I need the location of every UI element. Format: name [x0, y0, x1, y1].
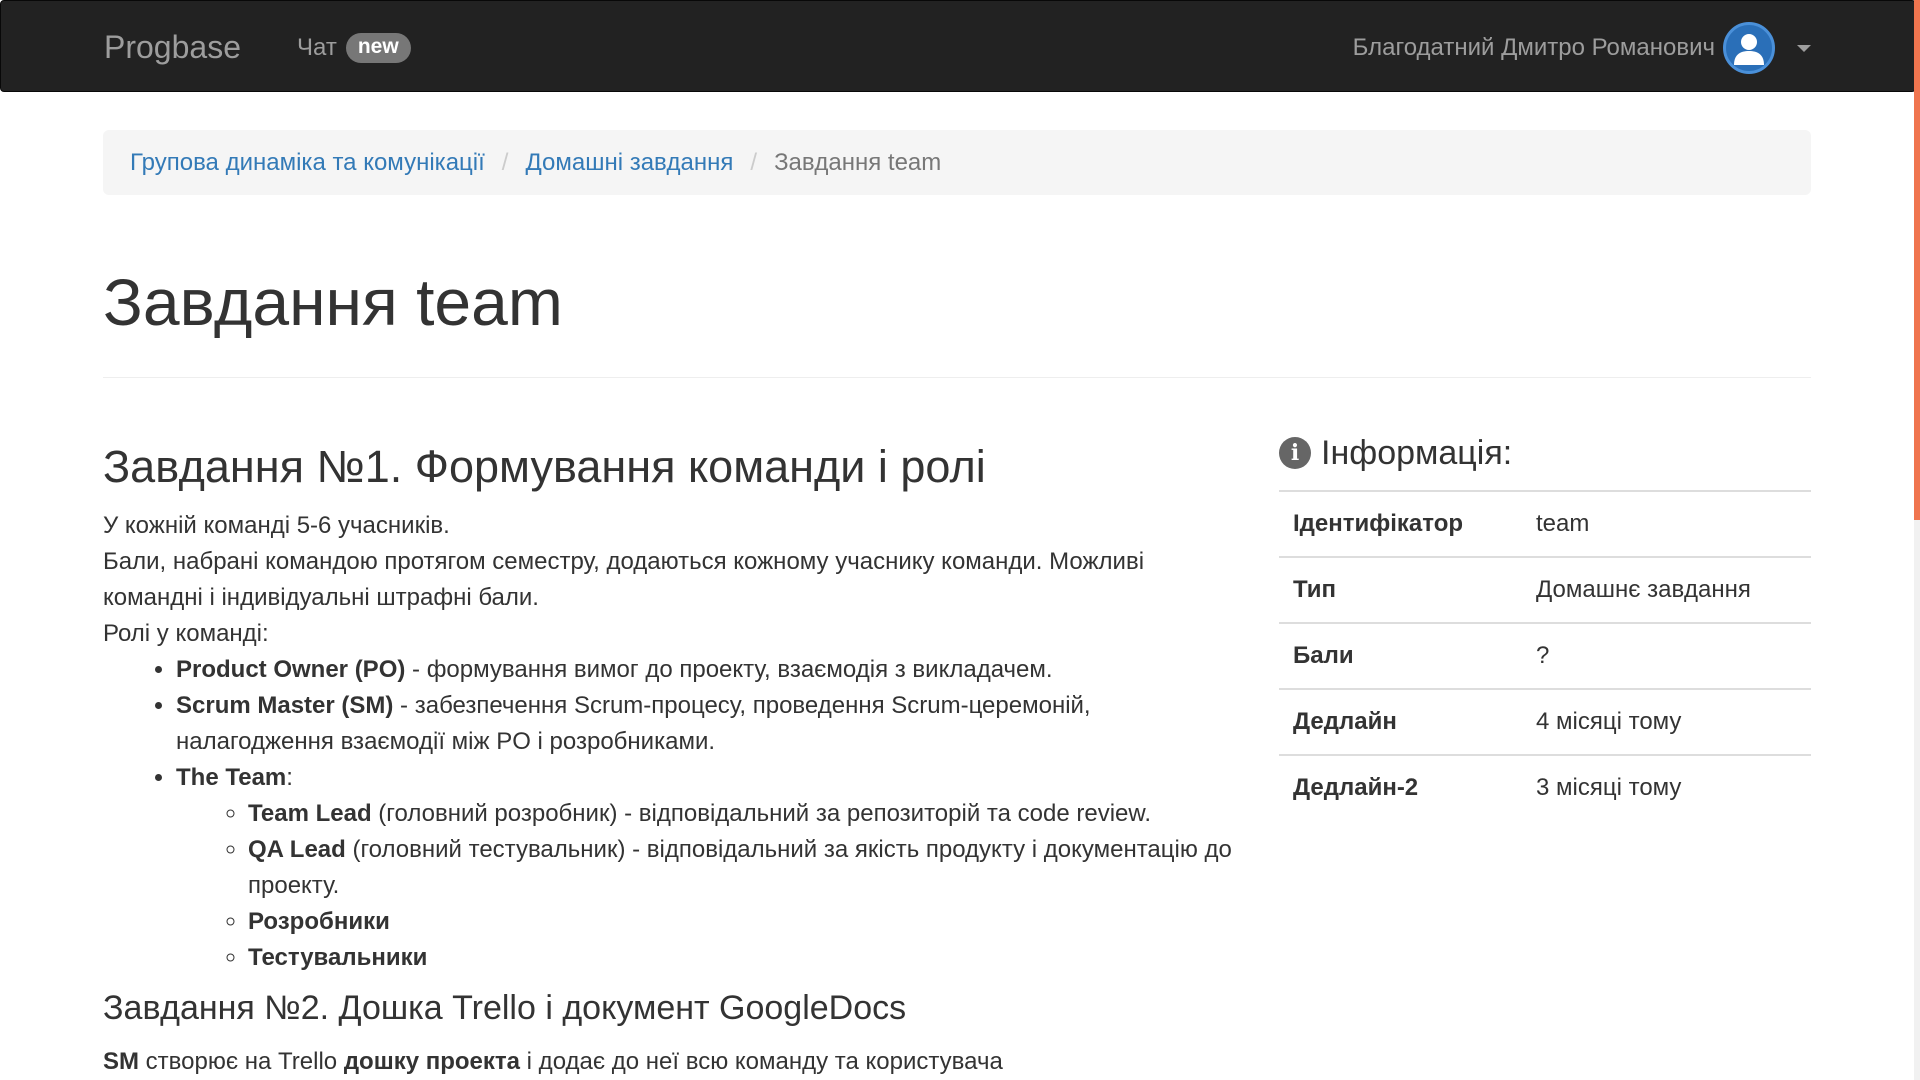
role-name: Product Owner (PO) [176, 656, 406, 683]
role-desc: (головний тестувальник) - відповідальний… [248, 836, 1232, 899]
task2-text-part: і додає до неї всю команду та користувач… [520, 1048, 1003, 1075]
table-row: Ідентифікатор team [1279, 491, 1811, 557]
role-name: Тестувальники [248, 944, 428, 971]
team-size-text: У кожній команді 5-6 учасників. [103, 512, 450, 539]
task-description: Завдання №1. Формування команди і ролі У… [103, 440, 1233, 1080]
info-key: Тип [1293, 576, 1336, 603]
info-value: 4 місяці тому [1536, 708, 1682, 735]
role-name: Scrum Master (SM) [176, 692, 394, 719]
info-key: Дедлайн [1293, 708, 1397, 735]
roles-list: Product Owner (PO) - формування вимог до… [103, 652, 1233, 976]
task2-heading: Завдання №2. Дошка Trello і документ Goo… [103, 989, 907, 1027]
user-avatar-icon [1723, 22, 1775, 74]
title-divider [103, 377, 1811, 378]
scrollbar-thumb[interactable] [1914, 0, 1920, 520]
breadcrumb-separator: / [750, 148, 758, 176]
info-value: Домашнє завдання [1536, 576, 1751, 603]
list-item: Тестувальники [248, 940, 1233, 976]
breadcrumb-separator: / [501, 148, 509, 176]
list-item: The Team: Team Lead (головний розробник)… [176, 760, 1233, 976]
table-row: Бали ? [1279, 623, 1811, 689]
info-key: Бали [1293, 642, 1354, 669]
caret-down-icon [1797, 44, 1811, 52]
role-desc: (головний розробник) - відповідальний за… [371, 800, 1152, 827]
list-item: Розробники [248, 904, 1233, 940]
info-heading-label: Інформація: [1321, 433, 1513, 472]
nav-chat-link[interactable]: Чат new [297, 31, 411, 65]
info-circle-icon: i [1279, 437, 1311, 469]
info-value: team [1536, 510, 1590, 537]
breadcrumb: Групова динаміка та комунікації / Домашн… [103, 130, 1811, 195]
team-roles-list: Team Lead (головний розробник) - відпові… [176, 796, 1233, 976]
role-name: QA Lead [248, 836, 346, 863]
info-key: Дедлайн-2 [1293, 774, 1419, 801]
page: Progbase Чат new Благодатний Дмитро Рома… [0, 0, 1920, 1080]
info-value: 3 місяці тому [1536, 774, 1682, 801]
role-desc: - формування вимог до проекту, взаємодія… [405, 656, 1053, 683]
role-name: Team Lead [248, 800, 372, 827]
points-text: Бали, набрані командою протягом семестру… [103, 548, 1145, 611]
list-item: Product Owner (PO) - формування вимог до… [176, 652, 1233, 688]
sm-label: SM [103, 1048, 139, 1075]
new-badge: new [345, 33, 411, 63]
info-table: Ідентифікатор team Тип Домашнє завдання … [1279, 490, 1811, 820]
info-heading: i Інформація: [1279, 428, 1811, 478]
table-row: Дедлайн 4 місяці тому [1279, 689, 1811, 755]
page-scrollbar[interactable] [1914, 0, 1920, 1080]
info-panel: i Інформація: Ідентифікатор team Тип Дом… [1279, 428, 1811, 820]
list-item: QA Lead (головний тестувальник) - відпов… [248, 832, 1233, 904]
table-row: Дедлайн-2 3 місяці тому [1279, 755, 1811, 820]
navbar: Progbase Чат new Благодатний Дмитро Рома… [0, 0, 1916, 92]
breadcrumb-homework-link[interactable]: Домашні завдання [525, 149, 733, 177]
page-title: Завдання team [103, 265, 563, 339]
role-name: The Team [176, 764, 287, 791]
list-item: Team Lead (головний розробник) - відпові… [248, 796, 1233, 832]
user-name: Благодатний Дмитро Романович [1352, 34, 1715, 61]
breadcrumb-course-link[interactable]: Групова динаміка та комунікації [130, 149, 485, 177]
breadcrumb-current: Завдання team [774, 148, 942, 176]
task2-text-part: створює на Trello [139, 1048, 344, 1075]
board-label: дошку проекта [343, 1048, 521, 1075]
info-value: ? [1536, 642, 1550, 669]
task1-heading: Завдання №1. Формування команди і ролі [103, 441, 986, 492]
list-item: Scrum Master (SM) - забезпечення Scrum-п… [176, 688, 1233, 760]
task2-text: SM створює на Trello дошку проекта і дод… [103, 1044, 1233, 1080]
brand-link[interactable]: Progbase [104, 28, 241, 66]
nav-chat-label: Чат [297, 34, 337, 61]
info-key: Ідентифікатор [1293, 510, 1464, 537]
user-menu-toggle[interactable]: Благодатний Дмитро Романович [1353, 21, 1811, 75]
table-row: Тип Домашнє завдання [1279, 557, 1811, 623]
role-desc: : [286, 764, 293, 791]
roles-intro-text: Ролі у команді: [103, 620, 269, 647]
role-name: Розробники [248, 908, 390, 935]
